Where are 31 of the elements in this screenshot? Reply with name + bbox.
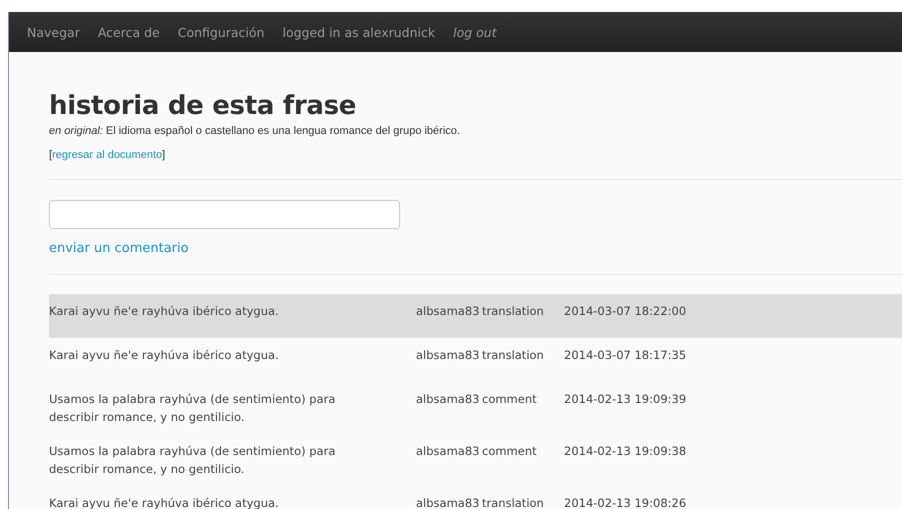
user-cell-text: albsama83 [416, 495, 476, 509]
sentence-cell-text: Karai ayvu ñe'e rayhúva ibérico atygua. [49, 303, 280, 320]
logout-link[interactable]: log out [444, 24, 506, 40]
sentence-cell-text: Usamos la palabra rayhúva (de sentimiento) para describir romance, y no gentilicio. [49, 391, 336, 426]
comment-field[interactable] [49, 200, 400, 229]
sentence-cell-text: Usamos la palabra rayhúva (de sentimiento) para describir romance, y no gentilicio. [49, 443, 336, 478]
user-cell-text: albsama83 [416, 443, 476, 460]
nav-link[interactable]: Configuración [168, 24, 274, 40]
type-cell-text: comment [482, 391, 538, 408]
date-cell-text: 2014-02-13 19:08:26 [564, 495, 688, 509]
user-status: logged in as alexrudnick [281, 24, 436, 40]
type-cell-text: translation [482, 347, 545, 364]
user-cell-text: albsama83 [416, 303, 476, 320]
user-cell-text: albsama83 [416, 391, 476, 408]
date-cell-text: 2014-03-07 18:17:35 [564, 347, 688, 364]
date-cell-text: 2014-02-13 19:09:39 [564, 391, 688, 408]
submit-comment-link[interactable]: enviar un comentario [49, 241, 189, 256]
bracket: ] [162, 149, 166, 161]
type-cell-text: translation [482, 495, 545, 509]
nav-link[interactable]: Navegar [18, 24, 89, 40]
date-cell-text: 2014-03-07 18:22:00 [564, 303, 688, 320]
back-link[interactable]: regresar al documento [52, 149, 162, 161]
type-cell-text: translation [482, 303, 545, 320]
page-title: historia de esta frase [49, 90, 358, 123]
bracket: [ [49, 149, 52, 161]
original-sentence: en original: El idioma español o castellano es una lengua romance del grupo ibérico. [49, 125, 461, 137]
date-cell-text: 2014-02-13 19:09:38 [564, 443, 688, 460]
sentence-cell-text: Karai ayvu ñe'e rayhúva ibérico atygua. [49, 347, 280, 364]
type-cell-text: comment [482, 443, 538, 460]
user-cell-text: albsama83 [416, 347, 476, 364]
nav-link[interactable]: Acerca de [88, 24, 169, 40]
